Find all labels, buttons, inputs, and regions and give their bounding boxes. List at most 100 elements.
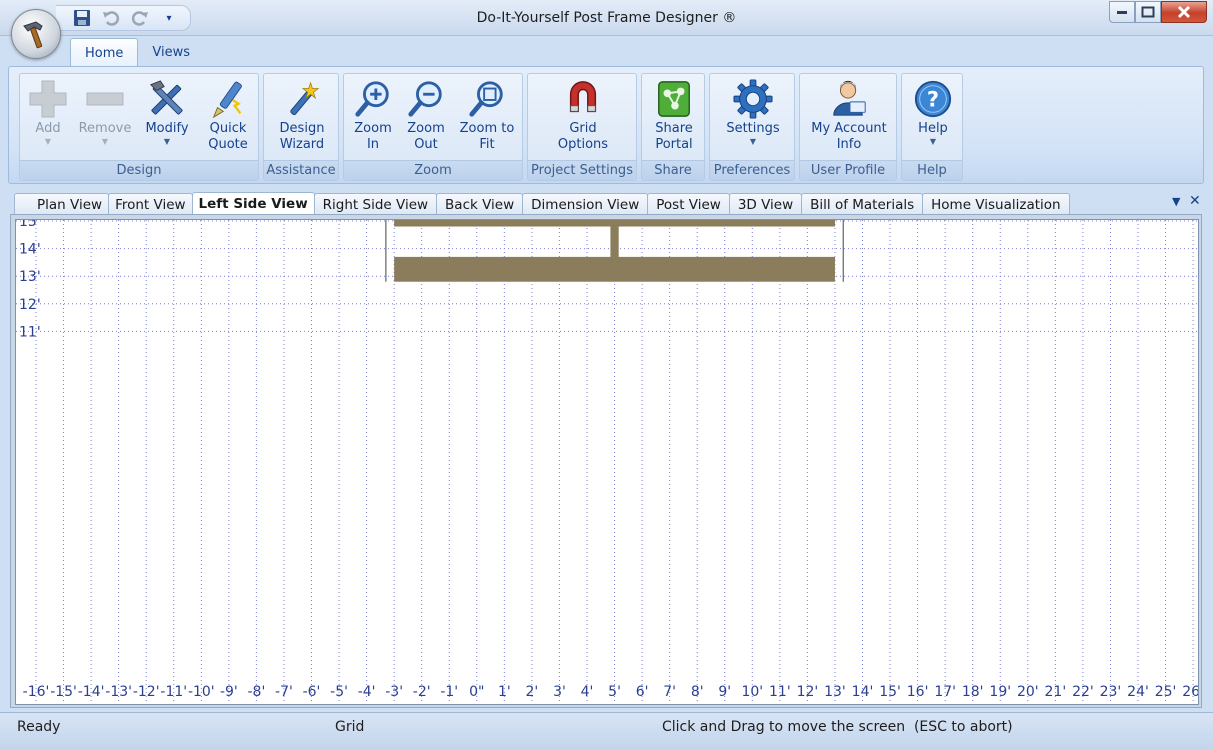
design-wizard-label-1: Design (279, 121, 325, 136)
group-preferences: Settings ▼ Preferences (709, 73, 795, 181)
chevron-down-icon: ▼ (749, 137, 757, 146)
share-portal-label-2: Portal (655, 137, 693, 152)
x-axis-tick-label: 3' (553, 684, 566, 700)
tab-3d-view[interactable]: 3D View (728, 193, 803, 215)
my-account-info-button[interactable]: My Account Info (804, 78, 894, 153)
group-design: Add ▼ Remove ▼ Modify ▼ Quick Quote Desi… (19, 73, 259, 181)
x-axis-tick-label: -3' (385, 684, 403, 700)
tools-icon (147, 78, 187, 120)
tab-back-view[interactable]: Back View (436, 193, 524, 215)
x-axis-tick-label: 20' (1017, 684, 1039, 700)
help-button[interactable]: ? Help ▼ (906, 78, 960, 147)
design-wizard-button[interactable]: Design Wizard (268, 78, 336, 153)
x-axis-tick-label: 1' (498, 684, 511, 700)
x-axis-tick-label: -10' (188, 684, 215, 700)
left-side-view-drawing[interactable]: 11' 12' 13' 14' 15' 16' 17' 18' 19' 20' 21' 22' 23' 2… (16, 220, 1199, 705)
x-axis-tick-label: 17' (934, 684, 956, 700)
close-button[interactable] (1161, 1, 1207, 23)
y-axis-tick-label: 14' (19, 242, 41, 258)
x-axis-tick-label: -7' (275, 684, 293, 700)
my-account-label-1: My Account (811, 121, 887, 136)
group-assistance: Design Wizard Assistance (263, 73, 339, 181)
tab-plan-view[interactable]: Plan View (14, 193, 110, 215)
y-axis-tick-label: 12' (19, 297, 41, 313)
application-menu-button[interactable] (11, 9, 61, 59)
tab-post-view[interactable]: Post View (647, 193, 730, 215)
maximize-icon (1141, 6, 1155, 18)
window-title: Do-It-Yourself Post Frame Designer ® (476, 10, 737, 26)
tab-bill-of-materials[interactable]: Bill of Materials (801, 193, 924, 215)
x-axis-tick-label: 18' (962, 684, 984, 700)
zoom-fit-icon (467, 78, 507, 120)
minimize-button[interactable] (1109, 1, 1135, 23)
tab-home-visualization[interactable]: Home Visualization (922, 193, 1070, 215)
group-share: Share Portal Share (641, 73, 705, 181)
close-icon (1177, 5, 1191, 19)
quick-quote-button[interactable]: Quick Quote (200, 78, 256, 153)
tab-right-side-view[interactable]: Right Side View (313, 193, 438, 215)
minimize-icon (1117, 11, 1127, 14)
tab-list-dropdown-icon[interactable]: ▼ (1172, 195, 1180, 208)
quick-quote-label-2: Quote (208, 137, 248, 152)
x-axis-tick-label: -6' (303, 684, 321, 700)
x-axis-tick-label: 7' (663, 684, 676, 700)
x-axis-tick-label: -1' (440, 684, 458, 700)
maximize-button[interactable] (1135, 1, 1161, 23)
x-axis-tick-label: 24' (1127, 684, 1149, 700)
gear-icon (733, 78, 773, 120)
x-axis-tick-label: 9' (718, 684, 731, 700)
share-portal-label-1: Share (655, 121, 693, 136)
y-axis-tick-label: 11' (19, 324, 41, 340)
x-axis-tick-label: 6' (636, 684, 649, 700)
group-label-zoom: Zoom (344, 160, 522, 180)
x-axis-tick-label: 23' (1100, 684, 1122, 700)
zoom-in-button[interactable]: Zoom In (348, 78, 398, 153)
x-axis-tick-label: -8' (247, 684, 265, 700)
ribbon-tab-home[interactable]: Home (70, 38, 139, 67)
drawing-canvas[interactable]: 11' 12' 13' 14' 15' 16' 17' 18' 19' 20' 21' 22' 23' 2… (15, 219, 1199, 705)
share-portal-button[interactable]: Share Portal (646, 78, 702, 153)
x-axis-tick-label: 11' (769, 684, 791, 700)
x-axis-tick-label: 5' (608, 684, 621, 700)
x-axis-tick-label: -2' (413, 684, 431, 700)
x-axis-tick-label: 14' (852, 684, 874, 700)
settings-label: Settings (726, 121, 780, 136)
zoom-in-label-2: In (366, 137, 380, 152)
group-zoom: Zoom In Zoom Out Zoom to Fit Zoom (343, 73, 523, 181)
x-axis-tick-label: 8' (691, 684, 704, 700)
base-board[interactable] (394, 256, 835, 282)
tab-front-view[interactable]: Front View (108, 193, 193, 215)
chevron-down-icon: ▼ (929, 137, 937, 146)
title-bar: ▾ Do-It-Yourself Post Frame Designer ® (0, 0, 1213, 36)
modify-label: Modify (145, 121, 189, 136)
group-project-settings: Grid Options Project Settings (527, 73, 637, 181)
chevron-down-icon: ▼ (163, 137, 171, 146)
tab-dimension-view[interactable]: Dimension View (522, 193, 649, 215)
modify-button[interactable]: Modify ▼ (138, 78, 196, 147)
add-button[interactable]: Add ▼ (22, 78, 74, 147)
zoom-to-fit-button[interactable]: Zoom to Fit (454, 78, 520, 153)
settings-button[interactable]: Settings ▼ (714, 78, 792, 147)
zoom-out-button[interactable]: Zoom Out (400, 78, 452, 153)
post[interactable] (610, 220, 619, 260)
close-tab-icon[interactable]: ✕ (1189, 193, 1201, 209)
x-axis-tick-label: 15' (879, 684, 901, 700)
zoom-out-icon (406, 78, 446, 120)
x-axis-tick-label: 26' (1182, 684, 1199, 700)
zoom-to-fit-label-2: Fit (479, 137, 495, 152)
grid-options-label-1: Grid (569, 121, 597, 136)
remove-button[interactable]: Remove ▼ (76, 78, 134, 147)
x-axis-tick-label: 22' (1072, 684, 1094, 700)
zoom-out-label-1: Zoom (407, 121, 445, 136)
y-axis-tick-label: 15' (19, 220, 41, 230)
tab-left-side-view[interactable]: Left Side View (191, 192, 315, 215)
ribbon-tab-views[interactable]: Views (138, 38, 204, 66)
x-axis-tick-label: 2' (526, 684, 539, 700)
group-user-profile: My Account Info User Profile (799, 73, 897, 181)
chevron-down-icon: ▼ (44, 137, 52, 146)
grid-options-button[interactable]: Grid Options (544, 78, 622, 153)
x-axis-tick-label: -11' (160, 684, 187, 700)
x-axis-tick-label: -15' (50, 684, 77, 700)
document-tabs: Plan View Front View Left Side View Righ… (14, 192, 1070, 215)
plus-icon (28, 78, 68, 120)
